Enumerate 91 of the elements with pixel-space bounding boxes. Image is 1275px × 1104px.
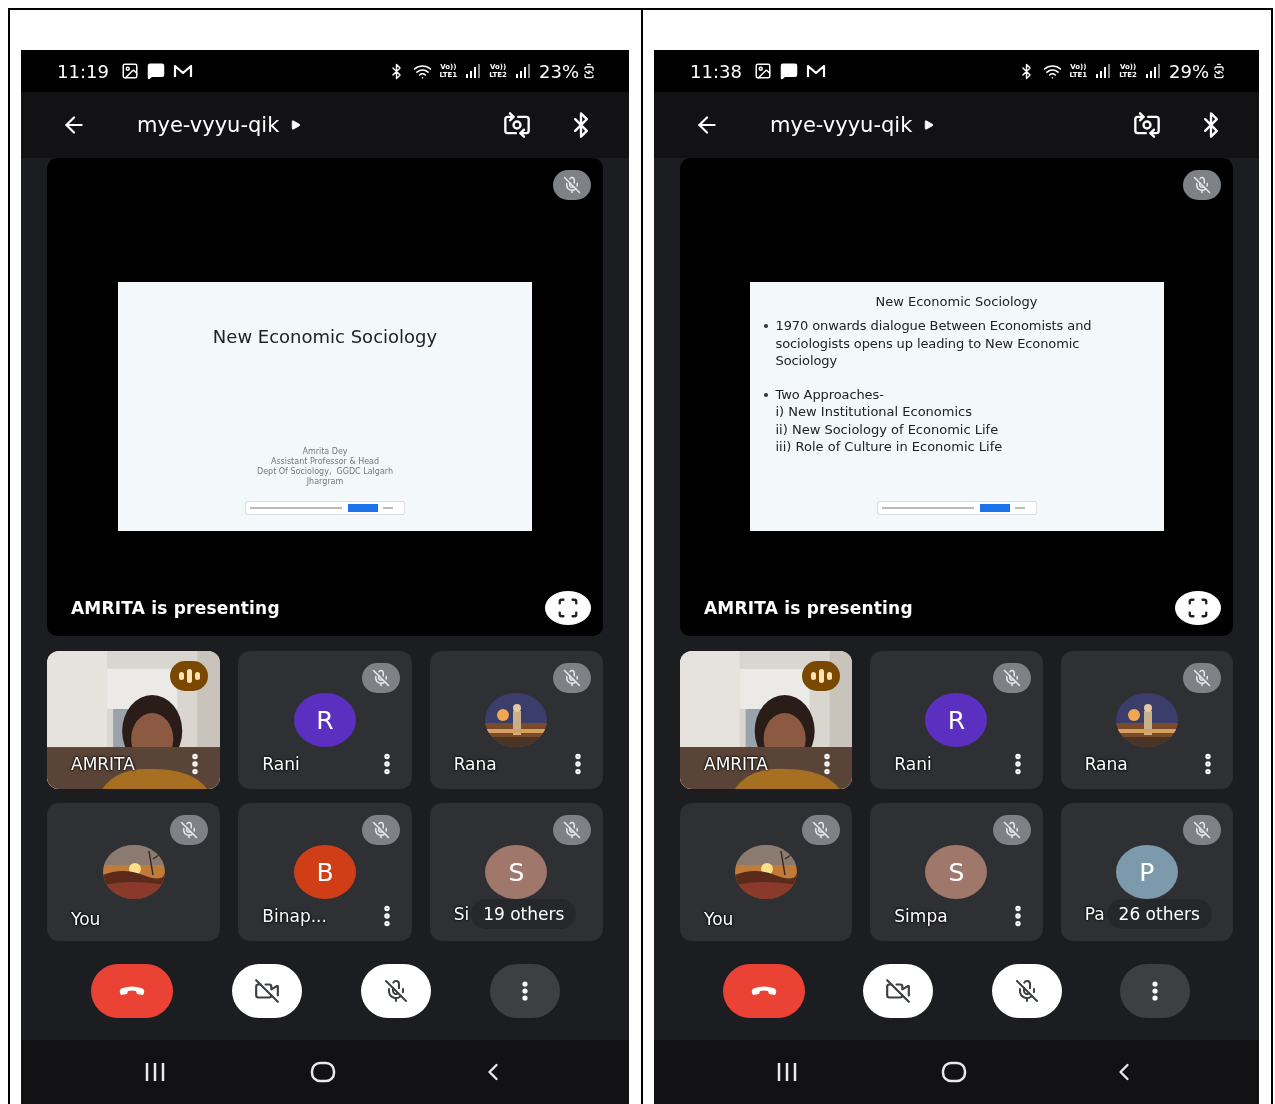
participant-tile[interactable]: B Binap... [238,803,412,941]
participant-name: Si [453,904,470,924]
slide-text: Jhargram [306,477,344,487]
avatar: R [925,693,988,747]
message-icon [146,62,165,80]
signal-icon [1145,63,1161,79]
fullscreen-icon [1187,597,1209,619]
end-call-button[interactable] [723,963,806,1018]
participant-tile[interactable]: S Simpa [870,803,1043,941]
others-pill[interactable]: 19 others [471,899,577,929]
participant-tile[interactable]: R Rani [870,651,1043,789]
bullet-icon [763,392,768,397]
mic-off-button[interactable] [991,963,1062,1018]
participant-tile[interactable]: You [47,803,221,941]
phone-icon [118,985,145,996]
participant-tile[interactable]: You [680,803,853,941]
home-icon[interactable] [310,1061,336,1083]
phone-icon [751,985,778,996]
participant-tile[interactable]: S Si 19 others [429,803,603,941]
image-icon [753,62,772,80]
avatar: S [485,845,548,899]
participant-tile[interactable]: AMRITA [680,651,853,789]
battery-icon [581,63,597,79]
fullscreen-button[interactable] [1175,591,1221,625]
participant-tile[interactable]: P Pa 26 others [1060,803,1233,941]
participant-name: Pa [1084,904,1105,924]
fullscreen-icon [557,597,579,619]
bullet-icon [763,324,768,328]
meeting-code[interactable]: mye-vyyu-qik [137,113,280,137]
caret-icon[interactable] [924,120,935,130]
mic-off-button[interactable] [360,963,431,1018]
more-options-icon [1151,980,1158,1001]
participant-tile[interactable]: Rana [1060,651,1233,789]
participant-name: AMRITA [704,754,768,774]
avatar: S [925,845,988,899]
avatar: R [294,693,356,747]
camera-off-button[interactable] [231,963,302,1018]
camera-off-icon [885,977,912,1004]
signal-icon [515,63,531,79]
participant-tile[interactable]: Rana [429,651,603,789]
mail-icon [172,63,193,79]
participant-name: Rana [453,754,497,774]
slide-text: Assistant Professor & Head [270,457,380,467]
battery-level: 23% [539,60,579,82]
status-time: 11:38 [690,60,742,82]
slide-title: New Economic Sociology [211,326,439,347]
slide-text: iii) Role of Culture in Economic Life [775,438,1003,456]
slide-text: ii) New Sociology of Economic Life [775,420,1000,438]
caret-icon[interactable] [291,120,302,130]
signal-icon [465,63,482,79]
signal-icon [1095,63,1112,79]
participant-tile[interactable]: AMRITA [47,651,221,789]
home-icon[interactable] [941,1061,968,1083]
image-icon [120,62,139,80]
participant-tile[interactable]: R Rani [238,651,412,789]
participant-name: Rana [1084,754,1128,774]
mic-off-icon [1014,978,1039,1003]
others-pill[interactable]: 26 others [1106,899,1212,929]
avatar: B [294,845,356,899]
slide-title: New Economic Sociology [874,294,1039,309]
slide-text: i) New Institutional Economics [775,403,973,421]
slide-text: Amrita Dey [302,447,348,457]
presenting-caption: AMRITA is presenting [71,598,280,618]
participant-name: AMRITA [71,754,135,774]
participant-name: You [704,909,734,929]
more-options-icon [521,980,528,1001]
message-icon [779,62,798,80]
participant-name: You [71,909,101,929]
bullet-text: Two Approaches- [775,385,885,403]
bullet-text: 1970 onwards dialogue Between Economists and sociologists opens up leading to New Economic Sociology [775,317,1093,370]
switch-camera-icon[interactable] [503,111,531,139]
battery-level: 29% [1169,60,1209,82]
camera-off-icon [253,977,280,1004]
switch-camera-icon[interactable] [1133,111,1161,139]
battery-icon [1211,63,1227,79]
participant-name: Binap... [262,906,327,926]
camera-off-button[interactable] [863,963,934,1018]
more-button[interactable] [1119,963,1190,1018]
mic-off-icon [383,978,408,1003]
mail-icon [805,63,826,79]
participant-name: Simpa [894,906,948,926]
presenting-caption: AMRITA is presenting [704,598,913,618]
participant-name: Rani [262,754,300,774]
meeting-code[interactable]: mye-vyyu-qik [770,113,913,137]
end-call-button[interactable] [90,963,173,1018]
more-button[interactable] [489,963,560,1018]
slide-text: Dept Of Sociology, GGDC Lalgarh [257,467,393,477]
status-time: 11:19 [57,60,109,82]
fullscreen-button[interactable] [545,591,591,625]
participant-name: Rani [894,754,932,774]
avatar: P [1115,845,1178,899]
